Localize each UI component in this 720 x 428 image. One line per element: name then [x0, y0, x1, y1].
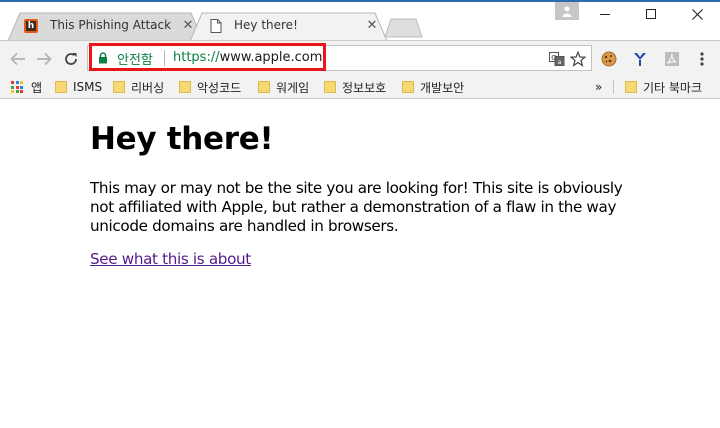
- bookmark-label: 개발보안: [420, 80, 465, 95]
- bookmark-star-button[interactable]: [569, 50, 587, 68]
- bookmark-label: 기타 북마크: [643, 80, 703, 95]
- arrow-right-icon: [37, 52, 52, 66]
- about-link[interactable]: See what this is about: [90, 250, 251, 268]
- more-vertical-icon: [700, 52, 704, 66]
- chevron-double-right-icon: »: [595, 80, 603, 94]
- page-body-text: This may or may not be the site you are …: [90, 179, 623, 235]
- translate-icon: G a: [549, 52, 565, 66]
- bookmark-folder[interactable]: 정보보호: [324, 77, 386, 97]
- translate-button[interactable]: G a: [548, 50, 566, 68]
- chrome-menu-button[interactable]: [692, 49, 712, 69]
- url-text[interactable]: https://www.apple.com: [173, 50, 322, 65]
- pdf-icon: [665, 52, 679, 66]
- maximize-icon: [646, 9, 656, 19]
- svg-text:a: a: [558, 59, 562, 66]
- bookmark-folder[interactable]: 개발보안: [402, 77, 464, 97]
- other-bookmarks-folder[interactable]: 기타 북마크: [625, 77, 702, 97]
- new-tab-button[interactable]: [384, 18, 424, 38]
- url-scheme: https://: [173, 50, 220, 65]
- forward-button[interactable]: [34, 49, 54, 69]
- close-window-button[interactable]: [674, 0, 720, 28]
- folder-icon: [258, 81, 270, 93]
- url-host: www.apple.com: [219, 50, 323, 65]
- bookmark-folder[interactable]: 악성코드: [179, 77, 241, 97]
- y-extension-button[interactable]: [630, 49, 650, 69]
- reload-button[interactable]: [61, 49, 81, 69]
- bookmark-folder[interactable]: ISMS: [55, 77, 102, 97]
- folder-icon: [402, 81, 414, 93]
- y-shield-icon: [634, 53, 646, 66]
- tab-hey-there[interactable]: Hey there! ✕: [196, 12, 386, 41]
- bookmarks-overflow-button[interactable]: »: [595, 77, 602, 97]
- maximize-button[interactable]: [628, 0, 674, 28]
- close-icon: [691, 8, 703, 20]
- lock-icon: [99, 52, 107, 64]
- svg-text:G: G: [551, 54, 556, 62]
- star-icon: [570, 51, 586, 67]
- tab-close-icon[interactable]: ✕: [364, 17, 380, 33]
- omnibox-divider: [164, 50, 165, 66]
- pdf-extension-button[interactable]: [662, 49, 682, 69]
- apps-grid-icon: [11, 81, 23, 93]
- document-icon: [210, 19, 222, 33]
- bookmark-label: 정보보호: [342, 80, 387, 95]
- minimize-button[interactable]: [582, 0, 628, 28]
- folder-icon: [179, 81, 191, 93]
- bookmark-apps[interactable]: 앱: [11, 77, 42, 97]
- reload-icon: [65, 53, 77, 65]
- tab-close-icon[interactable]: ✕: [180, 17, 196, 33]
- favicon-letter: h: [26, 21, 36, 31]
- bookmark-label: 리버싱: [131, 80, 165, 95]
- bookmark-label: 악성코드: [197, 80, 242, 95]
- bookmark-label: 워게임: [276, 80, 310, 95]
- back-button[interactable]: [8, 49, 28, 69]
- cookie-icon: [601, 51, 617, 67]
- h-favicon-icon: h: [24, 19, 38, 33]
- folder-icon: [625, 81, 637, 93]
- tab-title: This Phishing Attack is A: [50, 18, 175, 32]
- bookmarks-divider: [613, 80, 614, 94]
- profile-button[interactable]: [555, 2, 579, 20]
- bookmark-folder[interactable]: 리버싱: [113, 77, 164, 97]
- tab-strip: h This Phishing Attack is A ✕ Hey there!…: [0, 0, 720, 41]
- tab-phishing-article[interactable]: h This Phishing Attack is A ✕: [10, 12, 200, 41]
- folder-icon: [113, 81, 125, 93]
- bookmark-label: 앱: [31, 80, 43, 95]
- page-heading: Hey there!: [90, 121, 274, 157]
- folder-icon: [55, 81, 67, 93]
- folder-icon: [324, 81, 336, 93]
- cookie-extension-button[interactable]: [599, 49, 619, 69]
- bookmark-label: ISMS: [73, 80, 103, 94]
- tab-title: Hey there!: [234, 18, 298, 32]
- security-status-label[interactable]: 안전함: [117, 49, 153, 68]
- person-icon: [562, 6, 572, 17]
- bookmark-folder[interactable]: 워게임: [258, 77, 309, 97]
- minimize-icon: [600, 14, 610, 15]
- address-bar[interactable]: [87, 45, 592, 71]
- arrow-left-icon: [10, 52, 25, 66]
- bookmarks-bar: 앱 ISMS 리버싱 악성코드 워게임 정보보호 개발보안 » 기타 북마크: [0, 76, 720, 99]
